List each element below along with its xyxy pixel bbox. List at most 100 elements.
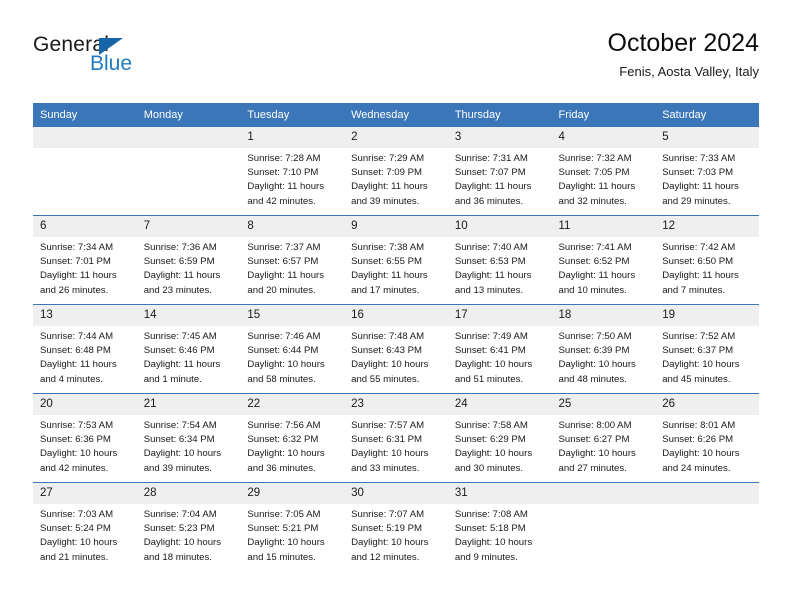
sunrise-text: Sunrise: 7:48 AM: [351, 331, 425, 342]
day-details: Sunrise: 7:46 AM Sunset: 6:44 PM Daylight:…: [240, 326, 344, 387]
calendar-day-cell[interactable]: 14 Sunrise: 7:45 AM Sunset: 6:46 PM Dayligh…: [136, 304, 241, 394]
calendar-day-cell[interactable]: 20 Sunrise: 7:53 AM Sunset: 6:36 PM Dayligh…: [33, 393, 137, 483]
day-details: Sunrise: 7:31 AM Sunset: 7:07 PM Daylight:…: [448, 148, 552, 209]
sunrise-text: Sunrise: 7:53 AM: [40, 420, 114, 431]
daylight-text-line2: and 36 minutes.: [454, 195, 524, 207]
calendar-day-cell[interactable]: 15 Sunrise: 7:46 AM Sunset: 6:44 PM Dayligh…: [240, 304, 345, 394]
sunrise-text: Sunrise: 7:49 AM: [454, 331, 528, 342]
sunset-text: Sunset: 6:26 PM: [662, 434, 734, 446]
daylight-text-line1: Daylight: 11 hours: [558, 270, 636, 282]
daylight-text-line1: Daylight: 10 hours: [454, 359, 533, 371]
daylight-text-line2: and 7 minutes.: [662, 284, 726, 296]
calendar-week-row: 6 Sunrise: 7:34 AM Sunset: 7:01 PM Daylight…: [33, 215, 759, 305]
sunset-text: Sunset: 6:43 PM: [351, 345, 423, 357]
sunset-text: Sunset: 5:23 PM: [143, 523, 215, 535]
calendar-day-cell[interactable]: 1 Sunrise: 7:28 AM Sunset: 7:10 PM Daylight…: [240, 126, 345, 216]
day-details: Sunrise: 7:52 AM Sunset: 6:37 PM Daylight:…: [655, 326, 759, 387]
calendar-day-cell[interactable]: 27 Sunrise: 7:03 AM Sunset: 5:24 PM Dayligh…: [33, 482, 137, 572]
calendar-week-row: 20 Sunrise: 7:53 AM Sunset: 6:36 PM Dayligh…: [33, 393, 759, 483]
calendar-day-cell[interactable]: 2 Sunrise: 7:29 AM Sunset: 7:09 PM Daylight…: [344, 126, 448, 216]
daylight-text-line2: and 51 minutes.: [454, 373, 524, 385]
title-block: October 2024 Fenis, Aosta Valley, Italy: [608, 28, 760, 81]
calendar-day-cell[interactable]: 26 Sunrise: 8:01 AM Sunset: 6:26 PM Dayligh…: [655, 393, 759, 483]
day-number: 7: [136, 216, 241, 237]
weekday-header-sunday: Sunday: [33, 103, 137, 127]
daylight-text-line1: Daylight: 10 hours: [454, 537, 533, 549]
day-details: Sunrise: 7:28 AM Sunset: 7:10 PM Daylight:…: [240, 148, 344, 209]
calendar-day-cell[interactable]: 17 Sunrise: 7:49 AM Sunset: 6:41 PM Dayligh…: [447, 304, 552, 394]
calendar-day-cell[interactable]: 25 Sunrise: 8:00 AM Sunset: 6:27 PM Dayligh…: [551, 393, 656, 483]
calendar-day-cell[interactable]: 12 Sunrise: 7:42 AM Sunset: 6:50 PM Dayligh…: [655, 215, 759, 305]
general-blue-logo[interactable]: General Blue: [33, 34, 233, 84]
daylight-text-line1: Daylight: 11 hours: [40, 270, 117, 282]
day-number: 25: [551, 394, 656, 415]
day-details: Sunrise: 7:34 AM Sunset: 7:01 PM Daylight:…: [33, 237, 137, 298]
calendar-day-cell[interactable]: 18 Sunrise: 7:50 AM Sunset: 6:39 PM Dayligh…: [551, 304, 656, 394]
day-number: 31: [447, 483, 552, 504]
calendar-day-cell[interactable]: 10 Sunrise: 7:40 AM Sunset: 6:53 PM Dayligh…: [447, 215, 552, 305]
calendar-day-cell[interactable]: 23 Sunrise: 7:57 AM Sunset: 6:31 PM Dayligh…: [344, 393, 448, 483]
calendar-day-cell[interactable]: 13 Sunrise: 7:44 AM Sunset: 6:48 PM Dayligh…: [33, 304, 137, 394]
sunrise-text: Sunrise: 7:45 AM: [143, 331, 217, 342]
sunrise-text: Sunrise: 7:40 AM: [454, 242, 528, 253]
weekday-header-monday: Monday: [136, 103, 241, 127]
daylight-text-line2: and 23 minutes.: [143, 284, 212, 296]
calendar-day-cell[interactable]: 9 Sunrise: 7:38 AM Sunset: 6:55 PM Daylight…: [344, 215, 448, 305]
day-number: 9: [344, 216, 448, 237]
sunset-text: Sunset: 7:03 PM: [662, 167, 734, 179]
daylight-text-line1: Daylight: 11 hours: [247, 181, 325, 193]
calendar-day-cell[interactable]: 6 Sunrise: 7:34 AM Sunset: 7:01 PM Daylight…: [33, 215, 137, 305]
calendar-day-cell[interactable]: 30 Sunrise: 7:07 AM Sunset: 5:19 PM Dayligh…: [344, 482, 448, 572]
sunset-text: Sunset: 7:09 PM: [351, 167, 423, 179]
daylight-text-line2: and 39 minutes.: [351, 195, 420, 207]
day-number: 30: [344, 483, 448, 504]
calendar-day-cell[interactable]: 7 Sunrise: 7:36 AM Sunset: 6:59 PM Daylight…: [136, 215, 241, 305]
sunrise-text: Sunrise: 7:31 AM: [454, 153, 528, 164]
sunrise-text: Sunrise: 7:42 AM: [662, 242, 736, 253]
day-details: Sunrise: 7:49 AM Sunset: 6:41 PM Daylight:…: [448, 326, 552, 387]
day-details: Sunrise: 7:41 AM Sunset: 6:52 PM Daylight:…: [552, 237, 656, 298]
calendar-grid: Sunday Monday Tuesday Wednesday Thursday…: [33, 103, 759, 572]
calendar-day-cell[interactable]: 8 Sunrise: 7:37 AM Sunset: 6:57 PM Daylight…: [240, 215, 345, 305]
logo-text-blue: Blue: [90, 52, 133, 75]
calendar-day-cell[interactable]: 3 Sunrise: 7:31 AM Sunset: 7:07 PM Daylight…: [447, 126, 552, 216]
sunrise-text: Sunrise: 8:01 AM: [662, 420, 736, 431]
sunset-text: Sunset: 6:41 PM: [454, 345, 526, 357]
sunrise-text: Sunrise: 7:36 AM: [143, 242, 217, 253]
sunset-text: Sunset: 6:36 PM: [40, 434, 111, 446]
daylight-text-line1: Daylight: 10 hours: [247, 448, 325, 460]
calendar-day-cell[interactable]: 16 Sunrise: 7:48 AM Sunset: 6:43 PM Dayligh…: [344, 304, 448, 394]
page-header: General Blue October 2024 Fenis, Aosta V…: [33, 28, 759, 90]
calendar-day-cell[interactable]: 11 Sunrise: 7:41 AM Sunset: 6:52 PM Dayligh…: [551, 215, 656, 305]
daylight-text-line2: and 32 minutes.: [558, 195, 627, 207]
calendar-day-cell[interactable]: 29 Sunrise: 7:05 AM Sunset: 5:21 PM Dayligh…: [240, 482, 345, 572]
day-number: [655, 483, 759, 504]
daylight-text-line1: Daylight: 11 hours: [351, 181, 428, 193]
sunset-text: Sunset: 6:44 PM: [247, 345, 319, 357]
calendar-day-cell[interactable]: 19 Sunrise: 7:52 AM Sunset: 6:37 PM Dayligh…: [655, 304, 759, 394]
daylight-text-line2: and 48 minutes.: [558, 373, 627, 385]
sunset-text: Sunset: 7:01 PM: [40, 256, 111, 268]
daylight-text-line1: Daylight: 10 hours: [351, 359, 429, 371]
calendar-day-cell[interactable]: 31 Sunrise: 7:08 AM Sunset: 5:18 PM Dayligh…: [447, 482, 552, 572]
calendar-day-cell[interactable]: 22 Sunrise: 7:56 AM Sunset: 6:32 PM Dayligh…: [240, 393, 345, 483]
day-details: Sunrise: 7:54 AM Sunset: 6:34 PM Daylight:…: [137, 415, 241, 476]
day-details: Sunrise: 7:56 AM Sunset: 6:32 PM Daylight:…: [240, 415, 344, 476]
calendar-day-cell[interactable]: 5 Sunrise: 7:33 AM Sunset: 7:03 PM Daylight…: [655, 126, 759, 216]
page-subtitle: Fenis, Aosta Valley, Italy: [619, 64, 759, 79]
weekday-header-saturday: Saturday: [655, 103, 759, 127]
calendar-day-cell[interactable]: 24 Sunrise: 7:58 AM Sunset: 6:29 PM Dayligh…: [447, 393, 552, 483]
calendar-day-cell[interactable]: 4 Sunrise: 7:32 AM Sunset: 7:05 PM Daylight…: [551, 126, 656, 216]
daylight-text-line1: Daylight: 11 hours: [143, 270, 221, 282]
sunset-text: Sunset: 6:39 PM: [558, 345, 630, 357]
weekday-header-row: Sunday Monday Tuesday Wednesday Thursday…: [33, 103, 759, 127]
daylight-text-line1: Daylight: 10 hours: [143, 448, 222, 460]
calendar-week-row: 13 Sunrise: 7:44 AM Sunset: 6:48 PM Dayligh…: [33, 304, 759, 394]
calendar-day-cell[interactable]: 21 Sunrise: 7:54 AM Sunset: 6:34 PM Dayligh…: [136, 393, 241, 483]
daylight-text-line1: Daylight: 11 hours: [454, 181, 532, 193]
sunrise-text: Sunrise: 7:56 AM: [247, 420, 321, 431]
sunset-text: Sunset: 6:53 PM: [454, 256, 526, 268]
calendar-day-cell[interactable]: 28 Sunrise: 7:04 AM Sunset: 5:23 PM Dayligh…: [136, 482, 241, 572]
daylight-text-line2: and 20 minutes.: [247, 284, 316, 296]
daylight-text-line1: Daylight: 11 hours: [558, 181, 636, 193]
